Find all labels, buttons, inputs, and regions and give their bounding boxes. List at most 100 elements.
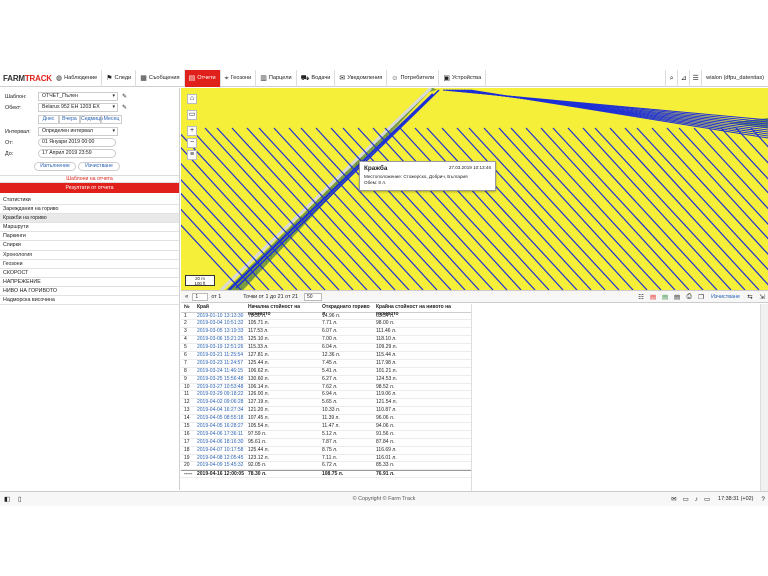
row-date-link[interactable]: 2019-04-05 08:55:18 xyxy=(195,415,246,422)
search-icon[interactable]: ⌕ xyxy=(665,69,677,87)
zoom-out-button[interactable]: − xyxy=(187,138,197,148)
report-item[interactable]: Надморска височина xyxy=(0,296,179,306)
table-row[interactable]: 4 2019-03-06 15:21:25 125.10 л. 7.00 л. 118.… xyxy=(181,336,471,345)
table-row[interactable]: 19 2019-04-08 12:05:45 123.12 л. 7.11 л. 116… xyxy=(181,455,471,463)
table-row[interactable]: 8 2019-03-24 11:46:15 106.62 л. 5.41 л. 101.… xyxy=(181,368,471,376)
csv-icon[interactable]: ▤ xyxy=(671,293,683,301)
row-date-link[interactable]: 2019-03-05 13:19:33 xyxy=(195,328,246,335)
help-icon[interactable]: ? xyxy=(761,496,765,503)
nav-item-monitoring[interactable]: ◍ Наблюдение xyxy=(52,69,103,87)
interval-select[interactable]: Определен интервал xyxy=(38,127,118,136)
table-scrollbar[interactable] xyxy=(760,304,768,492)
pdf-icon[interactable]: ▤ xyxy=(647,293,659,301)
row-date-link[interactable]: 2019-04-04 16:27:34 xyxy=(195,407,246,414)
prev-page-button[interactable]: « xyxy=(185,294,188,300)
table-row[interactable]: 3 2019-03-05 13:19:33 117.53 л. 6.07 л. 111.… xyxy=(181,328,471,337)
row-date-link[interactable]: 2019-03-24 11:46:15 xyxy=(195,368,246,375)
table-row[interactable]: 14 2019-04-05 08:55:18 107.45 л. 11.39 л. 96… xyxy=(181,415,471,423)
row-date-link[interactable]: 2019-04-08 12:05:45 xyxy=(195,455,246,462)
nav-item-devices[interactable]: ▣ Устройства xyxy=(439,69,487,87)
table-row[interactable]: 9 2019-03-25 15:56:48 130.60 л. 6.27 л. 124.… xyxy=(181,376,471,384)
report-templates-link[interactable]: Шаблони на отчета xyxy=(0,175,179,183)
wrench-icon[interactable]: ✎ xyxy=(122,93,127,100)
preset-yesterday[interactable]: Вчера xyxy=(59,115,80,124)
alerts-icon[interactable]: ▭ xyxy=(683,495,689,503)
table-row[interactable]: 12 2019-04-02 09:06:28 127.19 л. 5.65 л. 121… xyxy=(181,399,471,408)
analytics-icon[interactable]: ⊿ xyxy=(677,69,689,87)
fullscreen-icon[interactable]: ⇲ xyxy=(756,293,768,301)
table-row[interactable]: 16 2019-04-06 17:36:11 97.59 л. 5.12 л. 91.5… xyxy=(181,431,471,439)
report-item[interactable]: Геозони xyxy=(0,260,179,269)
excel-icon[interactable]: ▤ xyxy=(659,293,671,301)
report-item[interactable]: СКОРОСТ xyxy=(0,269,179,278)
report-item[interactable]: Зареждания на гориво xyxy=(0,205,179,215)
preset-week[interactable]: Седмица xyxy=(80,115,103,124)
row-date-link[interactable]: 2019-04-07 10:17:58 xyxy=(195,447,246,454)
user-menu[interactable]: wialon (dfpu_datenitas) xyxy=(701,69,768,87)
nav-item-users[interactable]: ☺ Потребители xyxy=(387,69,440,87)
map-view[interactable]: ⌂ ▭ + − ≡ Кражба 27.03.2019 10:13:46 Мес… xyxy=(181,88,768,290)
wrench-icon[interactable]: ✎ xyxy=(122,104,127,111)
table-row[interactable]: 5 2019-03-19 12:51:26 115.33 л. 6.04 л. 109.… xyxy=(181,344,471,352)
table-row[interactable]: 18 2019-04-07 10:17:58 125.44 л. 8.75 л. 116… xyxy=(181,447,471,455)
to-date-input[interactable]: 17 Април 2019 23:59 xyxy=(38,149,116,158)
row-date-link[interactable]: 2019-03-06 15:21:25 xyxy=(195,336,246,343)
table-row[interactable]: 1 2019-01-10 13:13:30 78.30 л. 14.96 л. 63.3… xyxy=(181,313,471,321)
table-row[interactable]: 2 2019-03-04 10:51:32 105.71 л. 7.71 л. 98.0… xyxy=(181,320,471,329)
map-layers-button[interactable]: ⌂ xyxy=(187,94,197,104)
report-item[interactable]: Паркинги xyxy=(0,232,179,242)
map-measure-button[interactable]: ▭ xyxy=(187,110,197,120)
clear-button[interactable]: Изчистване xyxy=(78,162,120,171)
list-icon[interactable]: ☷ xyxy=(635,293,647,301)
row-date-link[interactable]: 2019-03-25 15:56:48 xyxy=(195,376,246,383)
row-date-link[interactable]: 2019-03-21 11:25:54 xyxy=(195,352,246,359)
row-date-link[interactable]: 2019-03-23 11:24:57 xyxy=(195,360,246,367)
row-date-link[interactable]: 2019-04-06 17:36:11 xyxy=(195,431,246,438)
table-row[interactable]: 11 2019-03-29 09:18:22 126.00 л. 6.94 л. 119… xyxy=(181,391,471,400)
report-item[interactable]: Спирки xyxy=(0,241,179,251)
row-date-link[interactable]: 2019-03-29 09:18:22 xyxy=(195,391,246,398)
row-date-link[interactable]: 2019-03-27 10:53:48 xyxy=(195,384,246,391)
table-row[interactable]: 7 2019-03-23 11:24:57 125.44 л. 7.45 л. 117.… xyxy=(181,360,471,368)
execute-button[interactable]: Изпълнение xyxy=(34,162,76,171)
nav-item-geozones[interactable]: ⌖ Геозони xyxy=(221,69,257,87)
nav-item-reports[interactable]: ▤ Отчети xyxy=(184,69,221,87)
report-item[interactable]: НИВО НА ГОРИВОТО xyxy=(0,287,179,297)
nav-item-tracks[interactable]: ⚑ Следи xyxy=(102,69,137,87)
object-select[interactable]: Belarus 952 EH 1203 EX xyxy=(38,103,118,112)
row-date-link[interactable]: 2019-04-06 18:16:30 xyxy=(195,439,246,446)
row-date-link[interactable]: 2019-04-02 09:06:28 xyxy=(195,399,246,406)
row-date-link[interactable]: 2019-03-04 10:51:32 xyxy=(195,320,246,327)
row-date-link[interactable]: 2019-04-05 16:28:27 xyxy=(195,423,246,430)
preset-today[interactable]: Днес xyxy=(38,115,59,124)
report-item[interactable]: Маршрути xyxy=(0,223,179,233)
clear-table-link[interactable]: Изчистване xyxy=(711,294,740,300)
page-input[interactable]: 1 xyxy=(192,292,209,301)
table-row[interactable]: 6 2019-03-21 11:25:54 127.81 л. 12.36 л. 115… xyxy=(181,352,471,360)
page-size-select[interactable]: 50 xyxy=(303,292,322,301)
nav-item-notifications[interactable]: ✉ Уведомления xyxy=(335,69,388,87)
nav-item-drivers[interactable]: ⛟ Водачи xyxy=(297,69,336,87)
print-icon[interactable]: ⎙ xyxy=(683,293,695,301)
from-date-input[interactable]: 01 Януари 2019 00:00 xyxy=(38,138,116,147)
restore-icon[interactable]: ⇆ xyxy=(744,293,756,301)
report-item[interactable]: Статистики xyxy=(0,196,179,206)
template-select[interactable]: ОТЧЕТ_Пълен xyxy=(38,92,118,101)
nav-item-messages[interactable]: ▦ Съобщения xyxy=(136,69,185,87)
copy-icon[interactable]: ❐ xyxy=(695,293,707,301)
zoom-in-button[interactable]: + xyxy=(187,126,197,136)
table-row[interactable]: 10 2019-03-27 10:53:48 106.14 л. 7.62 л. 98.… xyxy=(181,384,471,392)
table-row[interactable]: 15 2019-04-05 16:28:27 105.54 л. 11.47 л. 94… xyxy=(181,423,471,431)
report-item[interactable]: НАПРЕЖЕНИЕ xyxy=(0,278,179,287)
preset-month[interactable]: Месец xyxy=(101,115,122,124)
sound-icon[interactable]: ♪ xyxy=(695,496,698,503)
messages-icon[interactable]: ✉ xyxy=(671,495,676,503)
settings-icon[interactable]: ☰ xyxy=(689,69,701,87)
table-row[interactable]: 17 2019-04-06 18:16:30 95.61 л. 7.87 л. 87.8… xyxy=(181,439,471,447)
report-item[interactable]: Хронология xyxy=(0,251,179,260)
map-ruler-button[interactable]: ≡ xyxy=(187,150,197,160)
locale-icon[interactable]: ▭ xyxy=(704,495,710,503)
report-item-selected[interactable]: Кражби на гориво xyxy=(0,214,179,224)
row-date-link[interactable]: 2019-04-09 15:45:32 xyxy=(195,462,246,469)
table-row[interactable]: 20 2019-04-09 15:45:32 92.05 л. 6.72 л. 85.3… xyxy=(181,462,471,471)
